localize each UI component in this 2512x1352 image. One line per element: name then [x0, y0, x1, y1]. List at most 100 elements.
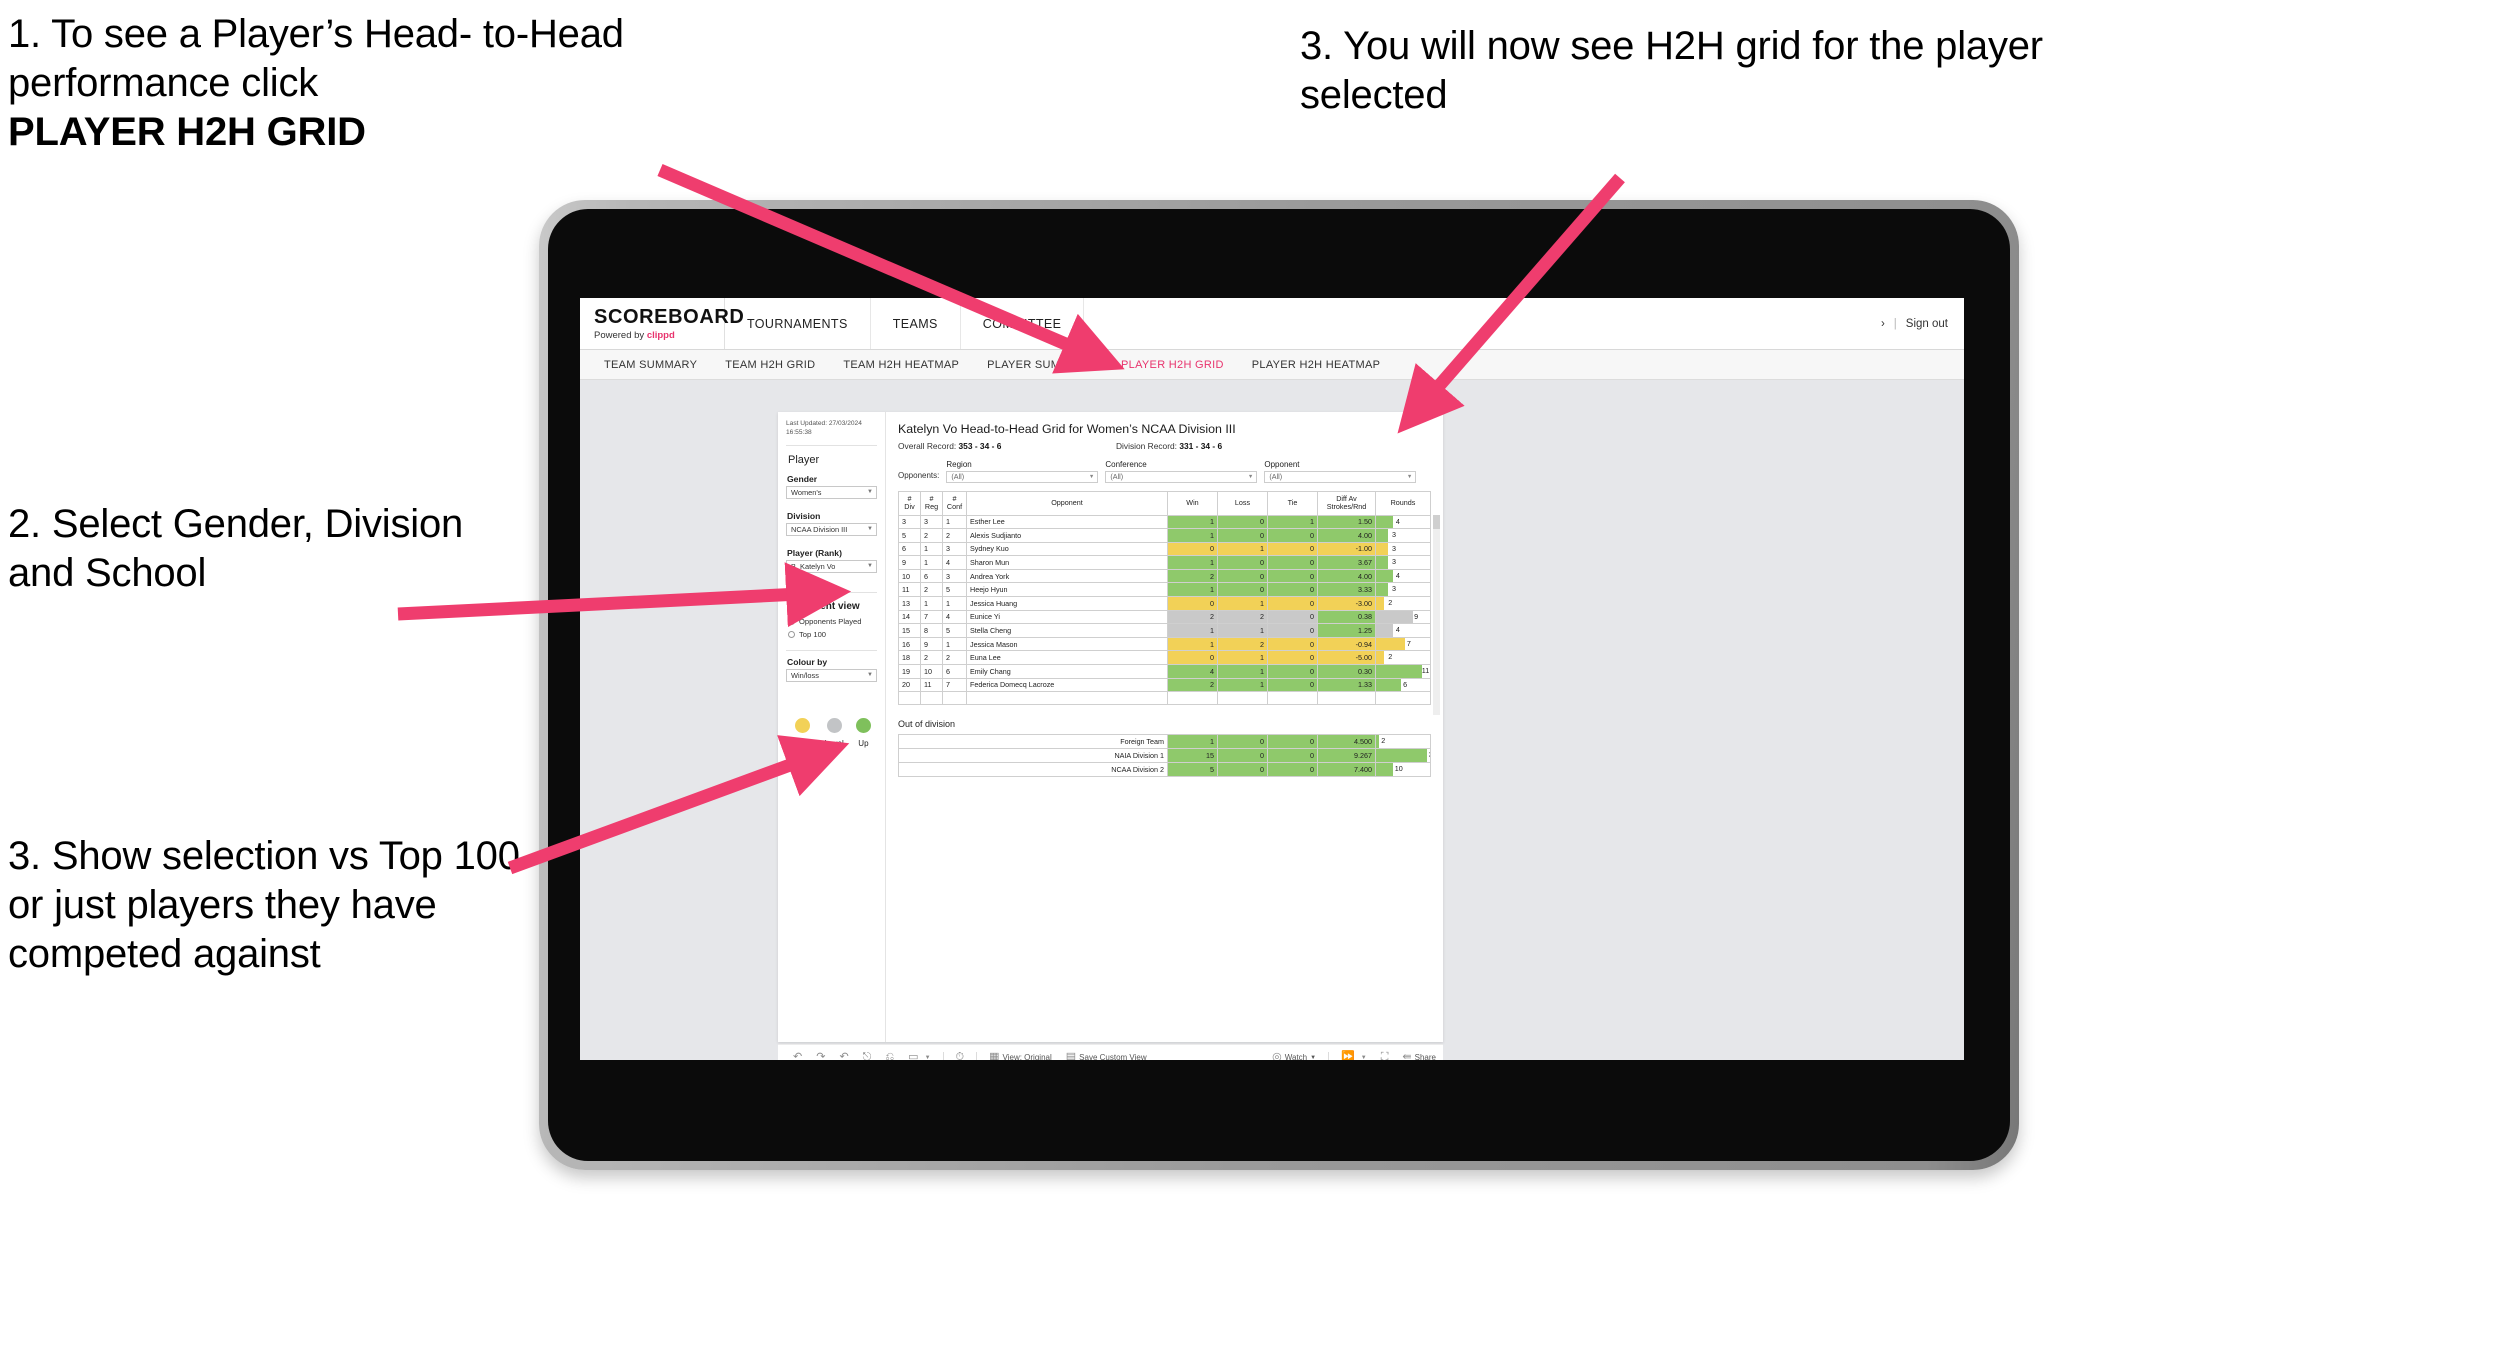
table-cell: 7.400: [1317, 761, 1376, 777]
tab-player-h2h-grid[interactable]: PLAYER H2H GRID: [1107, 359, 1238, 371]
opponent-filter-row: Opponents: Region (All) ▼ Conference (Al: [898, 460, 1431, 483]
view-original-button[interactable]: ▦ View: Original: [982, 1052, 1059, 1061]
player-rank-select[interactable]: B. Katelyn Vo ▼: [786, 559, 877, 573]
division-select[interactable]: NCAA Division III ▼: [786, 522, 877, 536]
out-of-division-row[interactable]: Foreign Team 1 0 0 4.500 2: [898, 733, 1431, 749]
table-cell: 1: [1167, 514, 1218, 530]
radio-top-100[interactable]: Top 100: [788, 630, 877, 639]
download-icon[interactable]: ⏩ ▼: [1334, 1052, 1374, 1061]
table-cell: Euna Lee: [966, 650, 1168, 666]
nav-item-teams[interactable]: TEAMS: [871, 298, 961, 349]
column-header-3[interactable]: Opponent: [966, 490, 1168, 516]
rounds-bar: [1376, 749, 1427, 762]
table-cell: -3.00: [1317, 596, 1376, 611]
tab-player-h2h-heatmap[interactable]: PLAYER H2H HEATMAP: [1238, 359, 1394, 371]
tab-team-h2h-heatmap[interactable]: TEAM H2H HEATMAP: [829, 359, 973, 371]
chevron-down-icon: ▼: [1088, 473, 1095, 480]
rounds-bar-cell: 4: [1375, 514, 1431, 530]
column-header-6[interactable]: Tie: [1267, 490, 1318, 516]
table-cell: [1375, 691, 1431, 705]
table-cell: 4: [942, 555, 967, 570]
nav-item-tournaments[interactable]: TOURNAMENTS: [725, 298, 871, 349]
table-cell: 1: [1217, 677, 1268, 693]
primary-nav: TOURNAMENTS TEAMS COMMITTEE: [725, 298, 1085, 349]
table-cell: NCAA Division 2: [898, 761, 1168, 777]
out-of-division-row[interactable]: NCAA Division 2 5 0 0 7.400 10: [898, 761, 1431, 777]
table-row[interactable]: 3 3 1 Esther Lee 1 0 1 1.50 4: [898, 514, 1431, 530]
table-scrollbar[interactable]: [1433, 514, 1440, 715]
out-of-division-row[interactable]: NAIA Division 115009.26730: [898, 747, 1431, 763]
table-cell: 5: [1167, 761, 1218, 777]
table-row[interactable]: 9 1 4 Sharon Mun 1 0 0 3.67 3: [898, 555, 1431, 570]
column-header-5[interactable]: Loss: [1217, 490, 1268, 516]
table-row[interactable]: 18 2 2 Euna Lee 0 1 0 -5.00 2: [898, 650, 1431, 666]
table-cell: 5: [942, 623, 967, 638]
player-rank-value: B. Katelyn Vo: [791, 561, 836, 571]
rounds-bar: [1376, 665, 1422, 678]
region-filter: Region (All) ▼: [946, 460, 1099, 483]
colour-by-select[interactable]: Win/loss ▼: [786, 668, 877, 682]
column-header-4[interactable]: Win: [1167, 490, 1218, 516]
app-header: SCOREBOARD Powered by clippd TOURNAMENTS…: [580, 298, 1964, 350]
tab-team-h2h-grid[interactable]: TEAM H2H GRID: [711, 359, 829, 371]
share-button[interactable]: ⇚ Share: [1395, 1052, 1443, 1061]
division-value: NCAA Division III: [791, 524, 848, 534]
table-cell: 2: [1217, 636, 1268, 652]
table-row[interactable]: 15 8 5 Stella Cheng 1 1 0 1.25 4: [898, 623, 1431, 638]
table-cell: 0: [1267, 636, 1318, 652]
table-cell: 13: [898, 596, 921, 611]
table-cell: 0: [1217, 528, 1268, 543]
table-row[interactable]: 13 1 1 Jessica Huang 0 1 0 -3.00 2: [898, 596, 1431, 611]
player-rank-filter-label: Player (Rank): [787, 547, 842, 558]
column-header-2[interactable]: # Conf: [942, 490, 967, 516]
sign-out-link[interactable]: Sign out: [1906, 318, 1948, 330]
tablet-screen: SCOREBOARD Powered by clippd TOURNAMENTS…: [580, 298, 1964, 1060]
table-row[interactable]: 5 2 2 Alexis Sudjianto 1 0 0 4.00 3: [898, 528, 1431, 543]
highlight-icon[interactable]: ▭ ▼: [901, 1052, 937, 1061]
fullscreen-icon[interactable]: ⛶: [1374, 1052, 1396, 1061]
table-row[interactable]: 14 7 4 Eunice Yi 2 2 0 0.38 9: [898, 609, 1431, 625]
refresh-icon[interactable]: ⎋: [856, 1052, 879, 1061]
table-cell: 11: [920, 677, 943, 693]
tab-team-summary[interactable]: TEAM SUMMARY: [590, 359, 711, 371]
rounds-value: 2: [1381, 736, 1386, 746]
nav-item-committee[interactable]: COMMITTEE: [961, 298, 1085, 349]
gender-select[interactable]: Women's ▼: [786, 485, 877, 499]
division-record: Division Record: 331 - 34 - 6: [1116, 441, 1334, 451]
table-cell: 19: [898, 664, 921, 679]
scrollbar-thumb[interactable]: [1433, 514, 1440, 529]
conference-select[interactable]: (All) ▼: [1105, 470, 1258, 483]
redo-icon[interactable]: ↷: [809, 1052, 832, 1061]
save-custom-view-label: Save Custom View: [1079, 1053, 1147, 1060]
brand-logo[interactable]: SCOREBOARD Powered by clippd: [580, 298, 744, 349]
column-header-8[interactable]: Rounds: [1375, 490, 1431, 516]
table-row[interactable]: 20 11 7 Federica Domecq Lacroze 2 1 0 1.33 6: [898, 677, 1431, 693]
table-cell: 2: [1167, 677, 1218, 693]
opponent-select[interactable]: (All) ▼: [1264, 470, 1417, 483]
pause-icon[interactable]: ⎌: [878, 1052, 901, 1061]
save-custom-view-button[interactable]: ▤ Save Custom View: [1059, 1052, 1154, 1061]
column-header-0[interactable]: # Div: [898, 490, 921, 516]
table-row[interactable]: 6 1 3 Sydney Kuo 0 1 0 -1.00 3: [898, 541, 1431, 557]
table-cell: 4: [1167, 664, 1218, 679]
column-header-7[interactable]: Diff Av Strokes/Rnd: [1317, 490, 1376, 516]
radio-opponents-played[interactable]: Opponents Played: [788, 617, 877, 626]
column-header-1[interactable]: # Reg: [920, 490, 943, 516]
clock-icon[interactable]: ⏱: [949, 1052, 972, 1061]
revert-icon[interactable]: ↶: [832, 1052, 855, 1061]
opponent-value: (All): [1269, 472, 1283, 481]
watch-button[interactable]: ◎ Watch ▼: [1265, 1052, 1323, 1061]
table-row[interactable]: 19 10 6 Emily Chang 4 1 0 0.30 11: [898, 664, 1431, 679]
rounds-bar-cell: 11: [1375, 664, 1431, 679]
table-row[interactable]: 16 9 1 Jessica Mason 1 2 0 -0.94 7: [898, 636, 1431, 652]
table-cell: 18: [898, 650, 921, 666]
region-select[interactable]: (All) ▼: [946, 470, 1099, 483]
colour-by-value: Win/loss: [791, 670, 819, 680]
table-cell: 0: [1217, 761, 1268, 777]
table-cell: 1: [1267, 514, 1318, 530]
undo-icon[interactable]: ↶: [786, 1052, 809, 1061]
table-row[interactable]: 11 2 5 Heejo Hyun 1 0 0 3.33 3: [898, 582, 1431, 598]
table-row[interactable]: 10 6 3 Andrea York 2 0 0 4.00 4: [898, 568, 1431, 584]
user-chevron-icon[interactable]: ›: [1881, 318, 1885, 330]
tab-player-summary[interactable]: PLAYER SUMMARY: [973, 359, 1107, 371]
